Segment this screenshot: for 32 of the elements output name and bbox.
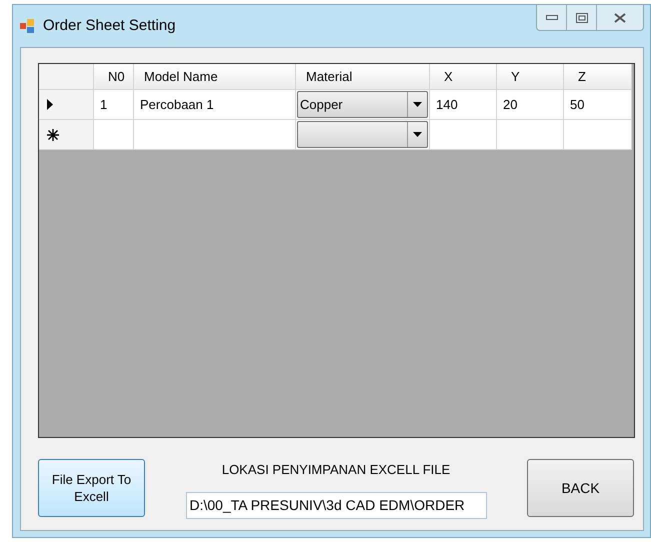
table-cell[interactable]: 140 bbox=[430, 90, 497, 120]
close-icon bbox=[614, 12, 626, 22]
column-header[interactable]: X bbox=[430, 64, 497, 90]
material-dropdown[interactable]: Copper bbox=[297, 91, 428, 118]
location-label: LOKASI PENYIMPANAN EXCELL FILE bbox=[222, 461, 450, 479]
back-button[interactable]: BACK bbox=[527, 459, 634, 517]
table-cell[interactable]: 20 bbox=[497, 90, 564, 120]
app-icon bbox=[19, 18, 35, 34]
dropdown-arrow-icon bbox=[413, 132, 422, 137]
new-row-icon bbox=[47, 128, 59, 140]
material-dropdown[interactable] bbox=[297, 121, 428, 148]
table-cell[interactable] bbox=[134, 120, 296, 150]
column-header[interactable]: N0 bbox=[94, 64, 134, 90]
maximize-icon bbox=[576, 12, 588, 22]
table-cell[interactable]: Percobaan 1 bbox=[134, 90, 296, 120]
row-header[interactable] bbox=[39, 120, 94, 150]
table-cell[interactable] bbox=[497, 120, 564, 150]
table-cell[interactable]: 1 bbox=[94, 90, 134, 120]
window-title: Order Sheet Setting bbox=[43, 16, 176, 36]
column-header[interactable]: Y bbox=[497, 64, 564, 90]
table-cell[interactable] bbox=[94, 120, 134, 150]
column-header[interactable]: Material bbox=[296, 64, 430, 90]
column-header[interactable]: Model Name bbox=[134, 64, 296, 90]
export-button[interactable]: File Export To Excell bbox=[38, 459, 145, 517]
minimize-icon bbox=[546, 14, 558, 20]
location-field[interactable]: D:\00_TA PRESUNIV\3d CAD EDM\ORDER bbox=[186, 492, 486, 518]
current-row-icon bbox=[47, 99, 53, 110]
table-cell[interactable] bbox=[430, 120, 497, 150]
table-cell[interactable] bbox=[564, 120, 632, 150]
dropdown-arrow-icon bbox=[413, 102, 422, 107]
column-header[interactable]: Z bbox=[564, 64, 632, 90]
table-cell[interactable]: 50 bbox=[564, 90, 632, 120]
